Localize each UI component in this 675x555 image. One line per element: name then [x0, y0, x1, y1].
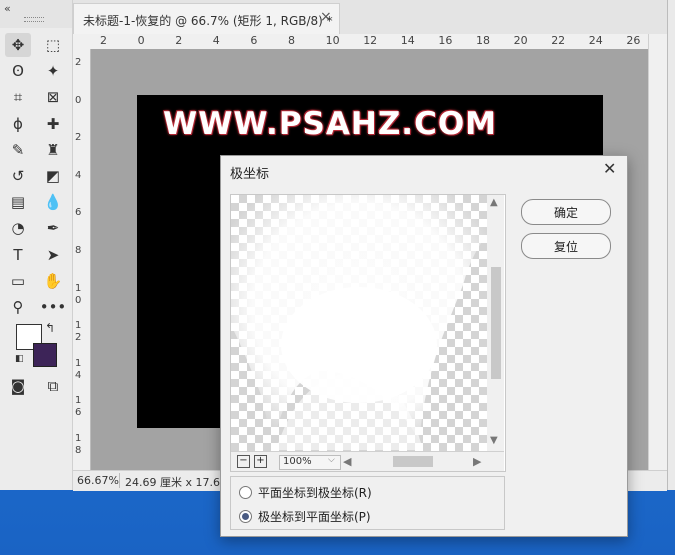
vertical-ruler[interactable]: 2 0 2 4 6 8 1 0 1 2 1 4 1 6 1 8 [73, 49, 91, 470]
zoom-in-button[interactable]: + [254, 455, 267, 468]
filter-preview[interactable]: ▲ ▼ − + 100% ⌵ ◀ ▶ [230, 194, 506, 472]
ruler-tick-label: 12 [363, 34, 378, 47]
frame-tool-icon[interactable]: ⊠ [40, 85, 66, 109]
reset-button[interactable]: 复位 [521, 233, 611, 259]
radio-label: 平面坐标到极坐标(R) [258, 486, 372, 500]
canvas-vertical-scrollbar[interactable] [648, 34, 668, 470]
ruler-tick-label: 0 [75, 94, 82, 106]
clone-stamp-icon[interactable]: ♜ [40, 138, 66, 162]
ruler-tick-label: 1 8 [75, 433, 82, 456]
magic-wand-icon[interactable]: ✦ [40, 59, 66, 83]
radio-button[interactable] [239, 486, 252, 499]
canvas-text-layer: WWW.PSAHZ.COM [163, 106, 498, 142]
horizontal-ruler[interactable]: 2 0 2 4 6 8 10 12 14 16 18 20 22 24 26 [90, 34, 648, 50]
document-tab-bar: 未标题-1-恢复的 @ 66.7% (矩形 1, RGB/8) * × [73, 0, 667, 35]
radio-option[interactable]: 平面坐标到极坐标(R) [239, 484, 489, 500]
ruler-tick-label: 1 4 [75, 357, 82, 381]
ruler-origin[interactable] [73, 34, 91, 50]
ruler-tick-label: 2 [75, 132, 82, 144]
rectangle-tool-icon[interactable]: ▭ [5, 269, 31, 293]
zoom-out-button[interactable]: − [237, 455, 250, 468]
default-colors-icon[interactable]: ◧ [15, 354, 24, 364]
ruler-tick-label: 0 [137, 34, 145, 47]
ruler-tick-label: 8 [288, 34, 295, 47]
type-tool-icon[interactable]: T [5, 243, 31, 267]
ruler-tick-label: 1 0 [75, 282, 82, 306]
crop-tool-icon[interactable]: ⌗ [5, 85, 31, 109]
ruler-tick-label: 22 [551, 34, 566, 47]
more-tools-icon[interactable]: ••• [40, 295, 67, 319]
swap-colors-icon[interactable]: ↰ [45, 321, 55, 335]
zoom-tool-icon[interactable]: ⚲ [5, 295, 31, 319]
ruler-tick-label: 1 6 [75, 395, 82, 419]
ruler-tick-label: 2 [75, 57, 82, 68]
ruler-tick-label: 26 [626, 34, 641, 47]
ok-button[interactable]: 确定 [521, 199, 611, 225]
dialog-title: 极坐标 [230, 167, 270, 182]
ruler-tick-label: 24 [588, 34, 603, 47]
ruler-tick-label: 4 [212, 34, 220, 47]
collapse-panel-icon[interactable]: « [4, 2, 11, 15]
ruler-tick-label: 2 [175, 34, 183, 47]
status-document-size: 24.69 厘米 x 17.64 [125, 476, 227, 489]
window-edge [667, 0, 675, 490]
preview-zoom-bar: − + 100% ⌵ ◀ ▶ [231, 451, 504, 471]
eyedropper-icon[interactable]: ϕ [5, 112, 31, 136]
radio-button[interactable] [239, 510, 252, 523]
tools-panel: « ✥ ⬚ ʘ ✦ ⌗ ⊠ ϕ ✚ ✎ ♜ ↺ ◩ ▤ 💧 ◔ ✒ T ➤ ▭ ✋ ⚲ ••• ◙ ⧉ ↰ ◧ [0, 0, 73, 490]
ruler-tick-label: 20 [513, 34, 528, 47]
ruler-tick-label: 6 [75, 207, 82, 219]
ruler-tick-label: 1 2 [75, 320, 82, 344]
status-divider [119, 473, 120, 488]
scroll-up-icon[interactable]: ▲ [490, 197, 498, 208]
quick-mask-icon[interactable]: ◙ [5, 374, 31, 398]
preview-vertical-thumb[interactable] [491, 267, 501, 379]
radio-option[interactable]: 极坐标到平面坐标(P) [239, 508, 489, 524]
tools-panel-header: « [0, 0, 72, 28]
dodge-tool-icon[interactable]: ◔ [5, 216, 31, 240]
ruler-tick-label: 18 [476, 34, 490, 47]
lasso-tool-icon[interactable]: ʘ [5, 59, 31, 83]
preview-shape [231, 195, 487, 450]
ruler-tick-label: 8 [75, 245, 82, 256]
screen-mode-icon[interactable]: ⧉ [40, 374, 66, 398]
ruler-tick-label: 14 [400, 34, 415, 47]
blur-tool-icon[interactable]: 💧 [40, 190, 66, 214]
ruler-tick-label: 10 [325, 34, 340, 47]
ruler-tick-label: 4 [75, 169, 82, 181]
close-tab-icon[interactable]: × [320, 9, 332, 25]
zoom-value: 100% [283, 456, 312, 467]
polar-coordinates-dialog: 极坐标 ✕ ▲ ▼ − + 100% ⌵ ◀ ▶ 确定 复位 平面坐标到极坐标(… [220, 155, 628, 537]
history-brush-icon[interactable]: ↺ [5, 164, 31, 188]
scroll-down-icon[interactable]: ▼ [490, 435, 498, 446]
path-select-icon[interactable]: ➤ [40, 243, 66, 267]
gradient-tool-icon[interactable]: ▤ [5, 190, 31, 214]
conversion-mode-group: 平面坐标到极坐标(R) 极坐标到平面坐标(P) [230, 476, 505, 530]
eraser-tool-icon[interactable]: ◩ [40, 164, 66, 188]
marquee-tool-icon[interactable]: ⬚ [40, 33, 66, 57]
panel-grip[interactable] [24, 17, 44, 22]
ruler-tick-label: 16 [438, 34, 453, 47]
brush-tool-icon[interactable]: ✎ [5, 138, 31, 162]
chevron-down-icon[interactable]: ⌵ [328, 455, 335, 465]
scroll-left-icon[interactable]: ◀ [343, 455, 351, 468]
close-icon[interactable]: ✕ [603, 159, 616, 178]
scroll-right-icon[interactable]: ▶ [473, 455, 481, 468]
ruler-tick-label: 6 [250, 34, 258, 47]
background-color-swatch[interactable] [33, 343, 57, 367]
healing-brush-icon[interactable]: ✚ [40, 112, 66, 136]
status-zoom[interactable]: 66.67% [77, 474, 119, 487]
hand-tool-icon[interactable]: ✋ [40, 269, 66, 293]
pen-tool-icon[interactable]: ✒ [40, 216, 66, 240]
preview-horizontal-thumb[interactable] [393, 456, 433, 467]
document-tab-title: 未标题-1-恢复的 @ 66.7% (矩形 1, RGB/8) * [83, 14, 333, 28]
document-tab[interactable]: 未标题-1-恢复的 @ 66.7% (矩形 1, RGB/8) * × [73, 3, 340, 34]
radio-label: 极坐标到平面坐标(P) [258, 510, 371, 524]
ruler-tick-label: 2 [100, 34, 107, 47]
move-tool-icon[interactable]: ✥ [5, 33, 31, 57]
